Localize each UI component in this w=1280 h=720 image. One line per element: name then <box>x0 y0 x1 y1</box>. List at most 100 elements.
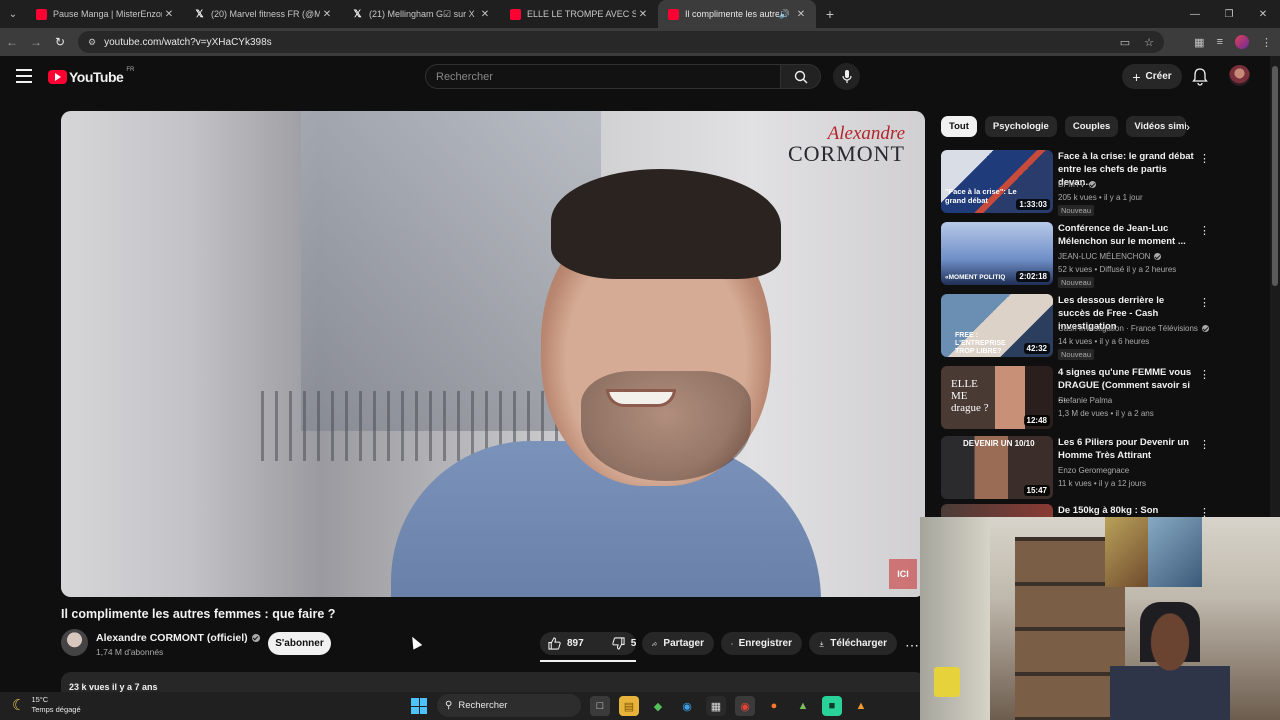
recommendation-title[interactable]: Conférence de Jean-Luc Mélenchon sur le … <box>1058 222 1198 248</box>
kebab-menu-icon[interactable]: ⋮ <box>1199 224 1210 237</box>
recommendation-channel[interactable]: BFMTV <box>1058 180 1085 189</box>
video-thumbnail[interactable] <box>941 504 1053 518</box>
browser-tab-3[interactable]: 𝕏 (21) Mellingham G☑ sur X : "I ✕ <box>342 0 500 28</box>
browser-tab-4[interactable]: ELLE LE TROMPE AVEC SON CO ✕ <box>500 0 658 28</box>
share-button[interactable]: Partager <box>642 632 714 655</box>
account-avatar[interactable] <box>1229 65 1250 86</box>
extensions-icon[interactable]: ▦ <box>1194 36 1204 49</box>
recommendation-item[interactable]: De 150kg à 80kg : Son ⋮ <box>941 504 1211 518</box>
video-thumbnail[interactable]: FREE : L'ENTREPRISE TROP LIBRE? 42:32 <box>941 294 1053 357</box>
video-thumbnail[interactable]: «MOMENT POLITIQ 2:02:18 <box>941 222 1053 285</box>
kebab-menu-icon[interactable]: ⋮ <box>1199 296 1210 309</box>
url-text[interactable]: youtube.com/watch?v=yXHaCYk398s <box>104 37 272 48</box>
recommendation-item[interactable]: «MOMENT POLITIQ 2:02:18 Conférence de Je… <box>941 222 1211 288</box>
download-button[interactable]: Télécharger <box>809 632 897 655</box>
like-underline <box>540 660 636 662</box>
video-thumbnail[interactable]: "Face à la crise": Le grand débat 1:33:0… <box>941 150 1053 213</box>
minimize-icon[interactable]: — <box>1178 0 1212 28</box>
speaker-icon[interactable]: 🔊 <box>779 9 790 20</box>
notifications-bell-icon[interactable] <box>1192 68 1208 86</box>
site-info-icon[interactable]: ⚙ <box>88 37 96 48</box>
file-explorer-icon[interactable]: ▤ <box>619 696 639 716</box>
like-button[interactable]: 897 <box>540 632 592 655</box>
recommendation-channel[interactable]: Enzo Geromegnace <box>1058 466 1129 475</box>
cast-icon[interactable]: ▭ <box>1120 36 1130 49</box>
verified-icon <box>251 634 260 642</box>
channel-name-row[interactable]: Alexandre CORMONT (officiel) <box>96 632 260 644</box>
tab-search-dropdown-icon[interactable]: ⌄ <box>0 0 26 28</box>
chip-similar-videos[interactable]: Vidéos simila <box>1126 116 1187 137</box>
scrollbar-thumb[interactable] <box>1272 66 1278 286</box>
close-icon[interactable]: ✕ <box>320 9 334 20</box>
chevron-right-icon[interactable]: › <box>1186 120 1190 134</box>
recommendation-channel[interactable]: Stefanie Palma <box>1058 396 1112 405</box>
video-duration: 42:32 <box>1023 343 1050 354</box>
firefox-icon[interactable]: ● <box>764 696 784 716</box>
app-icon[interactable]: ■ <box>822 696 842 716</box>
restore-icon[interactable]: ❐ <box>1212 0 1246 28</box>
country-code: FR <box>126 67 135 73</box>
browser-tab-5-active[interactable]: Il complimente les autres fe 🔊 ✕ <box>658 0 816 28</box>
search-button[interactable] <box>781 64 821 89</box>
plus-icon: + <box>1132 68 1141 85</box>
chip-psychology[interactable]: Psychologie <box>984 116 1057 137</box>
browser-menu-icon[interactable]: ⋮ <box>1261 36 1272 49</box>
recommendation-item[interactable]: FREE : L'ENTREPRISE TROP LIBRE? 42:32 Le… <box>941 294 1211 360</box>
close-icon[interactable]: ✕ <box>162 9 176 20</box>
close-icon[interactable]: ✕ <box>478 9 492 20</box>
search-input[interactable] <box>436 70 780 83</box>
address-bar[interactable]: ⚙ youtube.com/watch?v=yXHaCYk398s ▭ ☆ <box>78 31 1164 53</box>
new-tab-button[interactable]: + <box>816 6 844 22</box>
dislike-button[interactable]: 5 <box>604 632 645 655</box>
video-watermark-logo: ICI <box>889 559 917 589</box>
youtube-logo[interactable]: YouTube FR <box>48 67 135 85</box>
recommendation-title[interactable]: De 150kg à 80kg : Son <box>1058 504 1198 517</box>
vlc-icon[interactable]: ▲ <box>851 696 871 716</box>
video-player[interactable]: Alexandre CORMONT ICI <box>61 111 925 597</box>
recommendation-channel[interactable]: JEAN-LUC MÉLENCHON <box>1058 252 1150 261</box>
store-icon[interactable]: ▦ <box>706 696 726 716</box>
recommendation-item[interactable]: "Face à la crise": Le grand débat 1:33:0… <box>941 150 1211 216</box>
search-box[interactable] <box>425 64 781 89</box>
more-actions-icon[interactable]: ⋯ <box>905 637 919 654</box>
weather-widget[interactable]: ☾ 15°C Temps dégagé <box>12 695 81 715</box>
kebab-menu-icon[interactable]: ⋮ <box>1199 368 1210 381</box>
save-button[interactable]: Enregistrer <box>721 632 802 655</box>
chip-all[interactable]: Tout <box>941 116 977 137</box>
profile-icon[interactable] <box>1235 35 1249 49</box>
voice-search-button[interactable] <box>833 63 860 90</box>
back-icon[interactable]: ← <box>0 28 24 56</box>
kebab-menu-icon[interactable]: ⋮ <box>1199 152 1210 165</box>
thumbnail-text: ELLE ME drague ? <box>951 378 989 414</box>
recommendation-item[interactable]: ELLE ME drague ? 12:48 4 signes qu'une F… <box>941 366 1211 432</box>
chrome-icon[interactable]: ◉ <box>735 696 755 716</box>
taskbar-search[interactable]: ⚲ Rechercher <box>437 694 581 717</box>
channel-avatar[interactable] <box>61 629 88 656</box>
recommendation-title[interactable]: Les 6 Piliers pour Devenir un Homme Très… <box>1058 436 1198 462</box>
video-thumbnail[interactable]: DEVENIR UN 10/10 15:47 <box>941 436 1053 499</box>
video-thumbnail[interactable]: ELLE ME drague ? 12:48 <box>941 366 1053 429</box>
close-icon[interactable]: ✕ <box>794 9 808 20</box>
bookmark-star-icon[interactable]: ☆ <box>1144 36 1154 49</box>
close-icon[interactable]: ✕ <box>636 9 650 20</box>
recommendation-channel[interactable]: Cash Investigation · France Télévisions <box>1058 324 1198 333</box>
task-view-icon[interactable]: □ <box>590 696 610 716</box>
browser-tab-1[interactable]: Pause Manga | MisterEnzor - Yo ✕ <box>26 0 184 28</box>
forward-icon[interactable]: → <box>24 28 48 56</box>
create-button[interactable]: + Créer <box>1122 64 1182 89</box>
recommendation-item[interactable]: DEVENIR UN 10/10 15:47 Les 6 Piliers pou… <box>941 436 1211 502</box>
reading-list-icon[interactable]: ≡ <box>1217 36 1223 48</box>
subscribe-button[interactable]: S'abonner <box>268 632 331 655</box>
hamburger-menu-icon[interactable] <box>16 69 32 83</box>
windows-start-icon[interactable] <box>411 698 427 714</box>
app-icon[interactable]: ▲ <box>793 696 813 716</box>
edge-icon[interactable]: ◉ <box>677 696 697 716</box>
chip-couples[interactable]: Couples <box>1064 116 1119 137</box>
gaming-app-icon[interactable]: ◆ <box>648 696 668 716</box>
moon-icon: ☾ <box>12 697 26 714</box>
browser-tab-2[interactable]: 𝕏 (20) Marvel fitness FR (@Marvel ✕ <box>184 0 342 28</box>
reload-icon[interactable]: ↻ <box>48 28 72 56</box>
channel-name[interactable]: Alexandre CORMONT (officiel) <box>96 632 248 644</box>
close-window-icon[interactable]: ✕ <box>1246 0 1280 28</box>
kebab-menu-icon[interactable]: ⋮ <box>1199 438 1210 451</box>
